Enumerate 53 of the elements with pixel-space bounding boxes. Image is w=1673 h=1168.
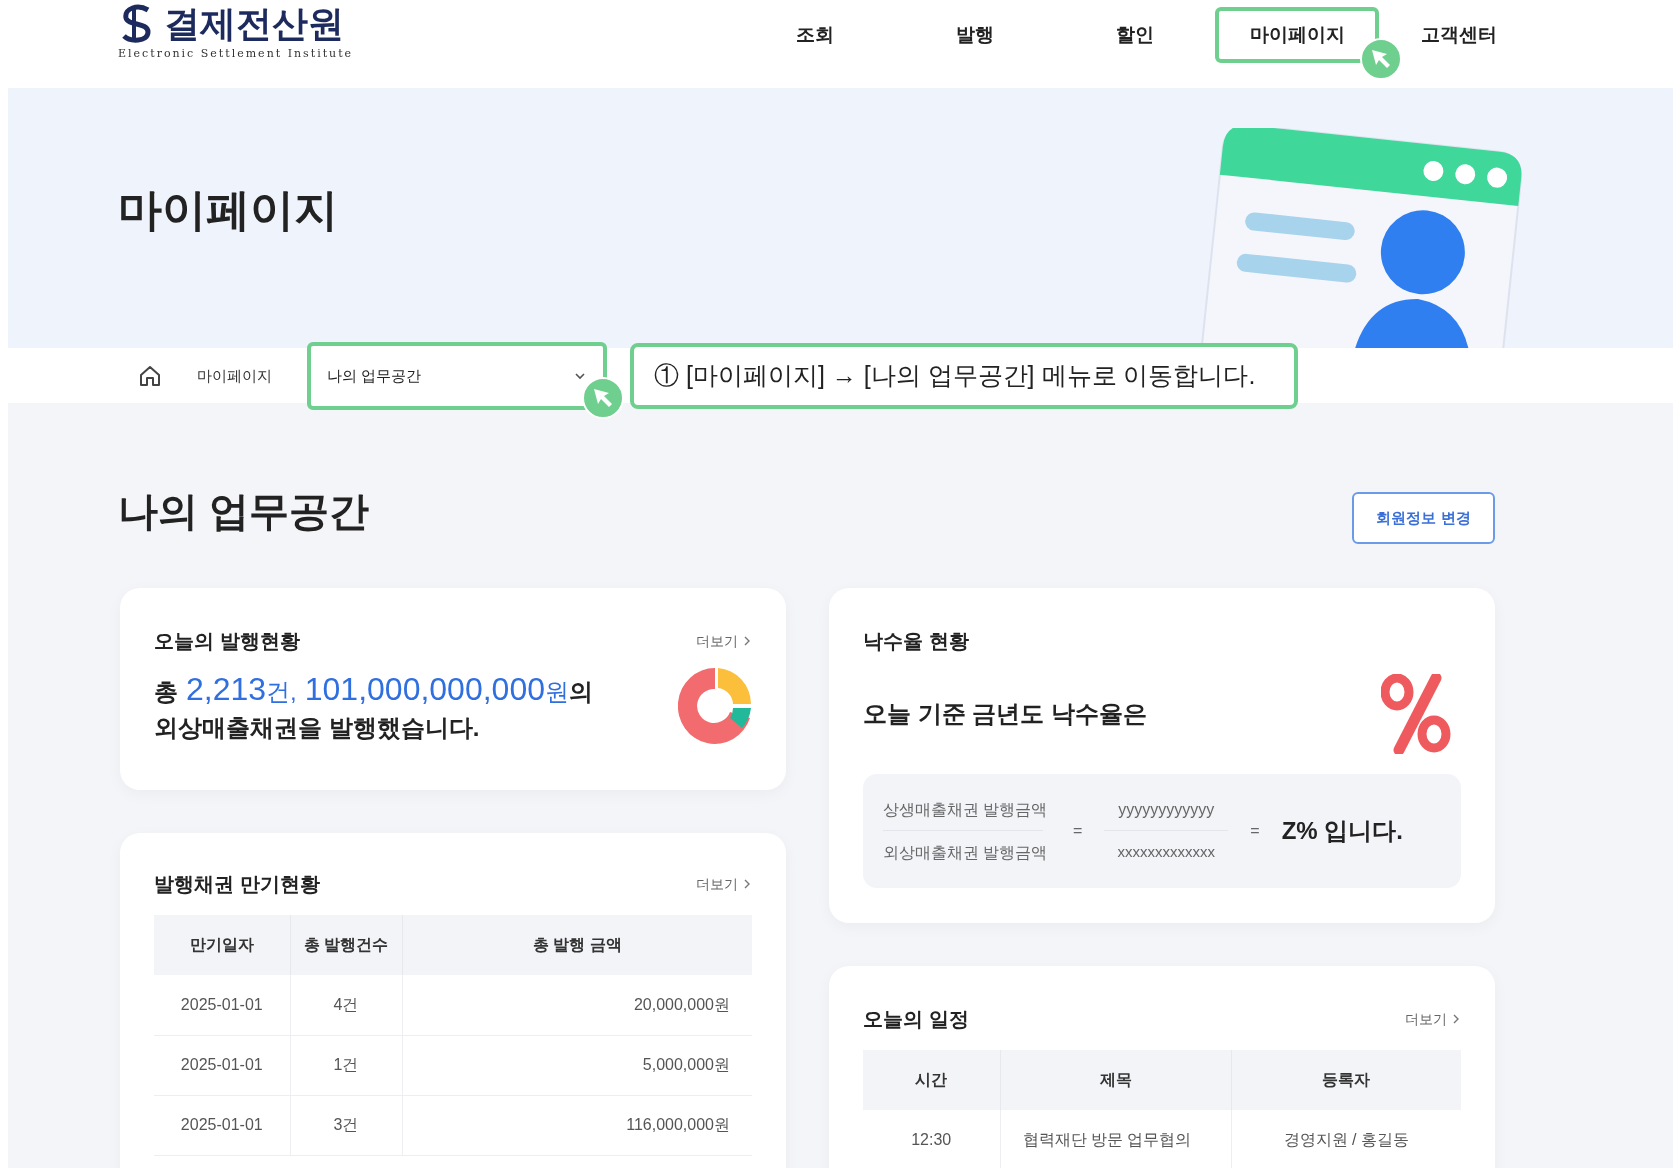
column-header: 만기일자 — [154, 915, 290, 975]
instruction-callout: ① [마이페이지] → [나의 업무공간] 메뉴로 이동합니다. — [630, 343, 1298, 409]
equals-sign: = — [1073, 821, 1083, 841]
more-link[interactable]: 더보기 — [1405, 1008, 1461, 1030]
section-title: 나의 업무공간 — [118, 491, 370, 531]
rate-lead-text: 오늘 기준 금년도 낙수율은 — [863, 699, 1147, 729]
column-header: 등록자 — [1231, 1050, 1461, 1110]
card-title: 오늘의 발행현황 — [154, 629, 300, 654]
column-header: 제목 — [1000, 1050, 1231, 1110]
equals-sign: = — [1250, 821, 1260, 841]
chevron-right-icon — [1451, 1013, 1461, 1025]
numerator-value: yyyyyyyyyyyy — [1104, 798, 1229, 832]
donut-chart-icon — [678, 666, 752, 746]
table-cell: 116,000,000원 — [402, 1095, 752, 1155]
breadcrumb-item[interactable]: 마이페이지 — [197, 365, 272, 388]
table-cell: 2025-01-01 — [154, 1095, 290, 1155]
rate-result: Z% 입니다. — [1281, 816, 1404, 846]
denominator-label: 외상매출채권 발행금액 — [883, 842, 1043, 863]
table-cell: 2025-01-01 — [154, 975, 290, 1035]
home-icon[interactable] — [138, 364, 162, 388]
cursor-icon — [1359, 37, 1403, 81]
table-cell: 3건 — [290, 1095, 402, 1155]
table-cell: 경영지원 / 홍길동 — [1231, 1110, 1461, 1168]
nav-link[interactable]: 발행 — [895, 7, 1055, 63]
logo-subtitle: Electronic Settlement Institute — [118, 46, 354, 62]
percent-icon — [1381, 674, 1451, 754]
table-cell: 5,000,000원 — [402, 1035, 752, 1095]
logo-title: 결제전산원 — [164, 6, 344, 42]
more-link[interactable]: 더보기 — [696, 630, 752, 652]
column-header: 총 발행건수 — [290, 915, 402, 975]
column-header: 시간 — [863, 1050, 1000, 1110]
edit-profile-button[interactable]: 회원정보 변경 — [1352, 492, 1495, 544]
table-cell: 2025-01-01 — [154, 1035, 290, 1095]
issuance-summary: 외상매출채권을 발행했습니다. — [154, 712, 481, 743]
numerator-label: 상생매출채권 발행금액 — [883, 797, 1043, 831]
table-cell: 12:30 — [863, 1110, 1000, 1168]
denominator-value: xxxxxxxxxxxxx — [1117, 842, 1216, 863]
column-header: 총 발행 금액 — [402, 915, 752, 975]
card-title: 낙수율 현황 — [863, 629, 969, 654]
card-title: 발행채권 만기현황 — [154, 872, 320, 897]
nav-link[interactable]: 할인 — [1055, 7, 1215, 63]
table-cell: 1건 — [290, 1035, 402, 1095]
page-title: 마이페이지 — [118, 188, 338, 232]
chevron-right-icon — [742, 878, 752, 890]
issuance-summary: 총 2,213건, 101,000,000,000원의 — [154, 669, 593, 709]
more-link[interactable]: 더보기 — [696, 873, 752, 895]
table-cell: 협력재단 방문 업무협의 — [1000, 1110, 1231, 1168]
table-cell: 4건 — [290, 975, 402, 1035]
chevron-right-icon — [742, 635, 752, 647]
table-cell: 20,000,000원 — [402, 975, 752, 1035]
menu-select[interactable]: 나의 업무공간 — [307, 342, 607, 410]
nav-link[interactable]: 조회 — [735, 7, 895, 63]
card-title: 오늘의 일정 — [863, 1007, 969, 1032]
